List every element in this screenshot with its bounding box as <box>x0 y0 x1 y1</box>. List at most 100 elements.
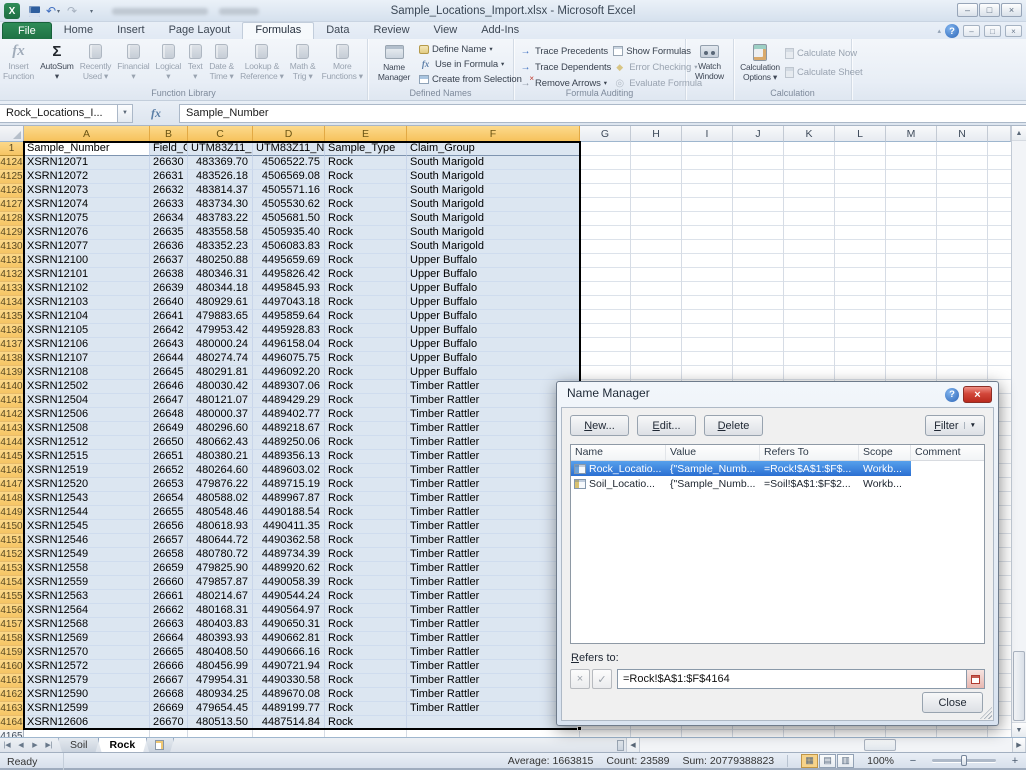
cell[interactable]: 479825.90 <box>188 562 253 576</box>
list-column-refers-to[interactable]: Refers To <box>760 445 859 460</box>
cell[interactable]: Rock <box>325 660 407 674</box>
row-header[interactable]: 4153 <box>0 562 24 576</box>
cell[interactable]: XSRN12073 <box>24 184 150 198</box>
ribbon-tab-insert[interactable]: Insert <box>105 22 157 39</box>
cell[interactable] <box>407 730 580 737</box>
cell[interactable]: 480513.50 <box>188 716 253 730</box>
row-header[interactable]: 4146 <box>0 464 24 478</box>
row-header[interactable]: 4130 <box>0 240 24 254</box>
cell[interactable]: 4496075.75 <box>253 352 325 366</box>
cell[interactable]: Rock <box>325 590 407 604</box>
cell[interactable]: 26662 <box>150 604 188 618</box>
qat-customize-button[interactable]: ▾ <box>83 3 99 19</box>
delete-button[interactable]: Delete <box>704 415 763 436</box>
cell[interactable]: Upper Buffalo <box>407 282 580 296</box>
cell[interactable]: Rock <box>325 576 407 590</box>
cell[interactable]: 483814.37 <box>188 184 253 198</box>
row-header[interactable]: 4162 <box>0 688 24 702</box>
row-header[interactable]: 4160 <box>0 660 24 674</box>
range-selector-button[interactable] <box>967 669 985 689</box>
zoom-out-button[interactable]: − <box>907 755 919 767</box>
cell[interactable] <box>24 730 150 737</box>
cell[interactable]: 4505935.40 <box>253 226 325 240</box>
dialog-help-button[interactable]: ? <box>945 388 959 402</box>
cell[interactable]: Rock <box>325 548 407 562</box>
cell[interactable]: XSRN12076 <box>24 226 150 240</box>
cell[interactable]: Rock <box>325 674 407 688</box>
cell[interactable]: 479654.45 <box>188 702 253 716</box>
cell[interactable]: Rock <box>325 184 407 198</box>
row-header[interactable]: 4125 <box>0 170 24 184</box>
cell[interactable]: Timber Rattler <box>407 548 580 562</box>
column-header-g[interactable]: G <box>580 126 631 142</box>
cell[interactable]: XSRN12102 <box>24 282 150 296</box>
cell[interactable]: XSRN12572 <box>24 660 150 674</box>
cell[interactable]: XSRN12570 <box>24 646 150 660</box>
dialog-title[interactable]: Name Manager <box>557 382 998 405</box>
column-header-c[interactable]: C <box>188 126 253 142</box>
cell[interactable]: XSRN12074 <box>24 198 150 212</box>
row-header[interactable]: 4132 <box>0 268 24 282</box>
refers-to-field[interactable]: =Rock!$A$1:$F$4164 <box>617 669 967 689</box>
cell[interactable]: Rock <box>325 170 407 184</box>
list-column-name[interactable]: Name <box>571 445 666 460</box>
cell[interactable]: Timber Rattler <box>407 436 580 450</box>
cell[interactable] <box>325 730 407 737</box>
cell[interactable]: XSRN12508 <box>24 422 150 436</box>
names-list[interactable]: NameValueRefers ToScopeComment Rock_Loca… <box>570 444 985 644</box>
column-header-i[interactable]: I <box>682 126 733 142</box>
cell[interactable]: 26640 <box>150 296 188 310</box>
row-header[interactable]: 4137 <box>0 338 24 352</box>
cell[interactable]: 480644.72 <box>188 534 253 548</box>
page-layout-view-button[interactable]: ▤ <box>819 754 836 768</box>
cell[interactable]: South Marigold <box>407 170 580 184</box>
cell[interactable]: Rock <box>325 464 407 478</box>
column-header-m[interactable]: M <box>886 126 937 142</box>
cell[interactable]: Timber Rattler <box>407 688 580 702</box>
cell[interactable]: Rock <box>325 688 407 702</box>
cell[interactable]: XSRN12544 <box>24 506 150 520</box>
column-header-d[interactable]: D <box>253 126 325 142</box>
cell[interactable]: 26633 <box>150 198 188 212</box>
cell[interactable]: 479876.22 <box>188 478 253 492</box>
cell[interactable]: XSRN12104 <box>24 310 150 324</box>
row-header[interactable]: 4128 <box>0 212 24 226</box>
cell[interactable]: 480274.74 <box>188 352 253 366</box>
cell[interactable]: 480346.31 <box>188 268 253 282</box>
create-from-selection-button[interactable]: Create from Selection <box>417 72 522 86</box>
row-header[interactable]: 4131 <box>0 254 24 268</box>
row-header[interactable]: 4147 <box>0 478 24 492</box>
redo-button[interactable]: ↷ <box>64 3 80 19</box>
cell[interactable]: XSRN12075 <box>24 212 150 226</box>
row-header[interactable]: 4140 <box>0 380 24 394</box>
cell[interactable]: 4490362.58 <box>253 534 325 548</box>
cell[interactable]: XSRN12101 <box>24 268 150 282</box>
define-name-button[interactable]: Define Name▾ <box>417 42 522 56</box>
cell[interactable]: Timber Rattler <box>407 646 580 660</box>
cell[interactable]: 4487514.84 <box>253 716 325 730</box>
row-header[interactable]: 4161 <box>0 674 24 688</box>
cell[interactable]: 26647 <box>150 394 188 408</box>
cell[interactable]: 4505571.16 <box>253 184 325 198</box>
cell[interactable]: 26653 <box>150 478 188 492</box>
next-sheet-button[interactable]: ▶ <box>28 738 42 752</box>
ribbon-tab-file[interactable]: File <box>2 22 52 39</box>
cell[interactable]: Timber Rattler <box>407 604 580 618</box>
cell[interactable]: 26630 <box>150 156 188 170</box>
cell[interactable]: 4490188.54 <box>253 506 325 520</box>
cell[interactable]: Timber Rattler <box>407 492 580 506</box>
workbook-minimize-button[interactable]: – <box>963 25 980 37</box>
cell[interactable]: 26665 <box>150 646 188 660</box>
use-in-formula-button[interactable]: Use in Formula▾ <box>417 57 522 71</box>
cell[interactable]: 26654 <box>150 492 188 506</box>
cell[interactable]: 26637 <box>150 254 188 268</box>
cell[interactable]: Timber Rattler <box>407 562 580 576</box>
cell[interactable]: XSRN12103 <box>24 296 150 310</box>
cell[interactable]: 26658 <box>150 548 188 562</box>
cell[interactable]: 4490564.97 <box>253 604 325 618</box>
cell[interactable]: 4489429.29 <box>253 394 325 408</box>
cell[interactable]: 26650 <box>150 436 188 450</box>
row-header[interactable]: 4155 <box>0 590 24 604</box>
row-header[interactable]: 4145 <box>0 450 24 464</box>
row-header[interactable]: 1 <box>0 142 24 156</box>
